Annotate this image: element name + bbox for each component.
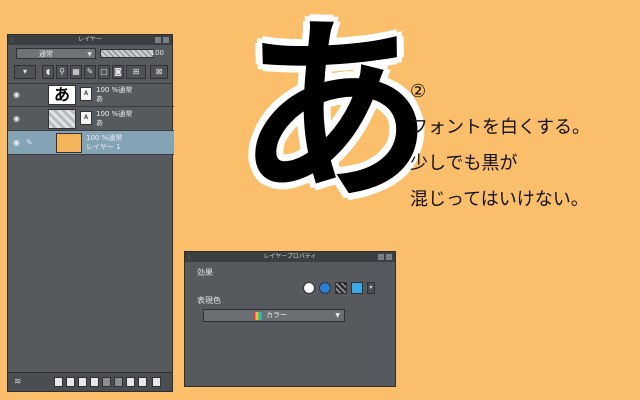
close-icon[interactable] bbox=[386, 254, 392, 260]
layer-thumbnail: あ bbox=[48, 85, 76, 105]
copy-layer-icon[interactable] bbox=[90, 377, 99, 387]
new-vector-layer-icon[interactable] bbox=[66, 377, 75, 387]
border-effect-icon[interactable] bbox=[303, 282, 315, 294]
layer-mode: 100 %通常 bbox=[96, 110, 133, 118]
note-line-2: 少しでも黒が bbox=[410, 153, 518, 174]
palette-color-icon[interactable]: ⊠ bbox=[150, 65, 168, 79]
expression-color-value: カラー bbox=[266, 311, 287, 319]
layer-name: あ bbox=[96, 119, 103, 127]
expression-color-label: 表現色 bbox=[197, 296, 221, 305]
eye-icon[interactable]: ◉ bbox=[13, 138, 23, 148]
mask-create-icon[interactable] bbox=[126, 377, 135, 387]
property-panel-title: レイヤープロパティ bbox=[263, 253, 317, 260]
layer-mode: 100 %通常 bbox=[96, 86, 133, 94]
layer-info: 100 %通常 あ bbox=[96, 86, 132, 104]
layer-row-selected[interactable]: ◉ ✎ 100 %通常 レイヤー 1 bbox=[8, 131, 174, 155]
layer-property-panel: ⁞ レイヤープロパティ 効果 ▾ 表現色 カラー ▼ bbox=[184, 251, 396, 387]
new-folder-icon[interactable] bbox=[78, 377, 87, 387]
chevron-down-icon: ▼ bbox=[335, 312, 340, 319]
layer-toolbar: ▾ ◖ ⚲ ▦ ✎ ▢ ◙ ⊞ ⊠ bbox=[8, 61, 172, 84]
layer-panel: ⁞ レイヤー 通常 ▼ 100 ▾ ◖ ⚲ ▦ ✎ ▢ ◙ ⊞ ⊠ ◉ あ A … bbox=[7, 34, 174, 392]
property-panel-titlebar[interactable]: ⁞ レイヤープロパティ bbox=[185, 252, 395, 262]
grip-icon[interactable]: ⁞ bbox=[188, 253, 190, 263]
text-layer-icon: A bbox=[80, 111, 92, 125]
menu-icon[interactable] bbox=[378, 254, 384, 260]
blend-row: 通常 ▼ 100 bbox=[8, 45, 172, 61]
layer-panel-title: レイヤー bbox=[78, 36, 102, 43]
layer-row[interactable]: ◉ あ A 100 %通常 あ bbox=[8, 83, 174, 107]
stage: ⁞ レイヤー 通常 ▼ 100 ▾ ◖ ⚲ ▦ ✎ ▢ ◙ ⊞ ⊠ ◉ あ A … bbox=[0, 0, 640, 400]
layer-info: 100 %通常 あ bbox=[96, 110, 132, 128]
layer-mode: 100 %通常 bbox=[86, 134, 123, 142]
blend-mode-value: 通常 bbox=[39, 50, 53, 58]
eye-icon[interactable]: ◉ bbox=[13, 90, 23, 100]
pattern-effect-icon[interactable] bbox=[335, 282, 347, 294]
mask-icon[interactable]: ◙ bbox=[112, 65, 124, 79]
layer-thumbnail bbox=[48, 109, 76, 129]
expression-color-select[interactable]: カラー ▼ bbox=[203, 309, 345, 322]
transfer-icon[interactable] bbox=[114, 377, 123, 387]
tone-effect-icon[interactable] bbox=[319, 282, 331, 294]
ruler-icon[interactable]: ⊞ bbox=[126, 65, 146, 79]
color-swatch-icon bbox=[254, 312, 262, 320]
layer-name: レイヤー 1 bbox=[86, 143, 121, 151]
note-line-3: 混じってはいけない。 bbox=[410, 189, 589, 210]
layer-row[interactable]: ◉ A 100 %通常 あ bbox=[8, 107, 174, 131]
menu-icon[interactable] bbox=[155, 37, 161, 43]
merge-icon[interactable] bbox=[102, 377, 111, 387]
layers-menu-icon[interactable]: ≋ bbox=[14, 377, 24, 387]
layer-panel-footer: ≋ bbox=[8, 372, 172, 391]
lock-icon[interactable]: ⚲ bbox=[56, 65, 68, 79]
effect-label: 効果 bbox=[197, 268, 213, 277]
trash-icon[interactable] bbox=[152, 377, 161, 387]
layer-panel-titlebar[interactable]: ⁞ レイヤー bbox=[8, 35, 172, 45]
opacity-slider[interactable] bbox=[100, 49, 154, 58]
chevron-down-icon[interactable]: ▾ bbox=[367, 282, 375, 294]
transparency-lock-icon[interactable]: ▦ bbox=[70, 65, 82, 79]
close-icon[interactable] bbox=[163, 37, 169, 43]
note-line-1: フォントを白くする。 bbox=[410, 117, 590, 138]
draft-icon[interactable]: ▢ bbox=[98, 65, 110, 79]
blend-mode-select[interactable]: 通常 ▼ bbox=[16, 48, 96, 59]
layer-name: あ bbox=[96, 95, 103, 103]
layer-color-effect-icon[interactable] bbox=[351, 282, 363, 294]
new-raster-layer-icon[interactable] bbox=[54, 377, 63, 387]
chevron-down-icon: ▼ bbox=[87, 51, 92, 58]
eye-icon[interactable]: ◉ bbox=[13, 114, 23, 124]
text-layer-icon: A bbox=[80, 87, 92, 101]
layer-color-icon[interactable]: ▾ bbox=[14, 65, 36, 79]
window-controls bbox=[378, 252, 392, 260]
link-icon[interactable]: ◖ bbox=[42, 65, 54, 79]
layer-info: 100 %通常 レイヤー 1 bbox=[86, 134, 122, 152]
window-controls bbox=[155, 35, 169, 43]
reference-icon[interactable]: ✎ bbox=[84, 65, 96, 79]
note-marker: ② bbox=[410, 81, 427, 102]
apply-mask-icon[interactable] bbox=[138, 377, 147, 387]
opacity-value[interactable]: 100 bbox=[151, 47, 164, 59]
pencil-icon: ✎ bbox=[26, 138, 33, 147]
layer-thumbnail bbox=[56, 133, 82, 153]
